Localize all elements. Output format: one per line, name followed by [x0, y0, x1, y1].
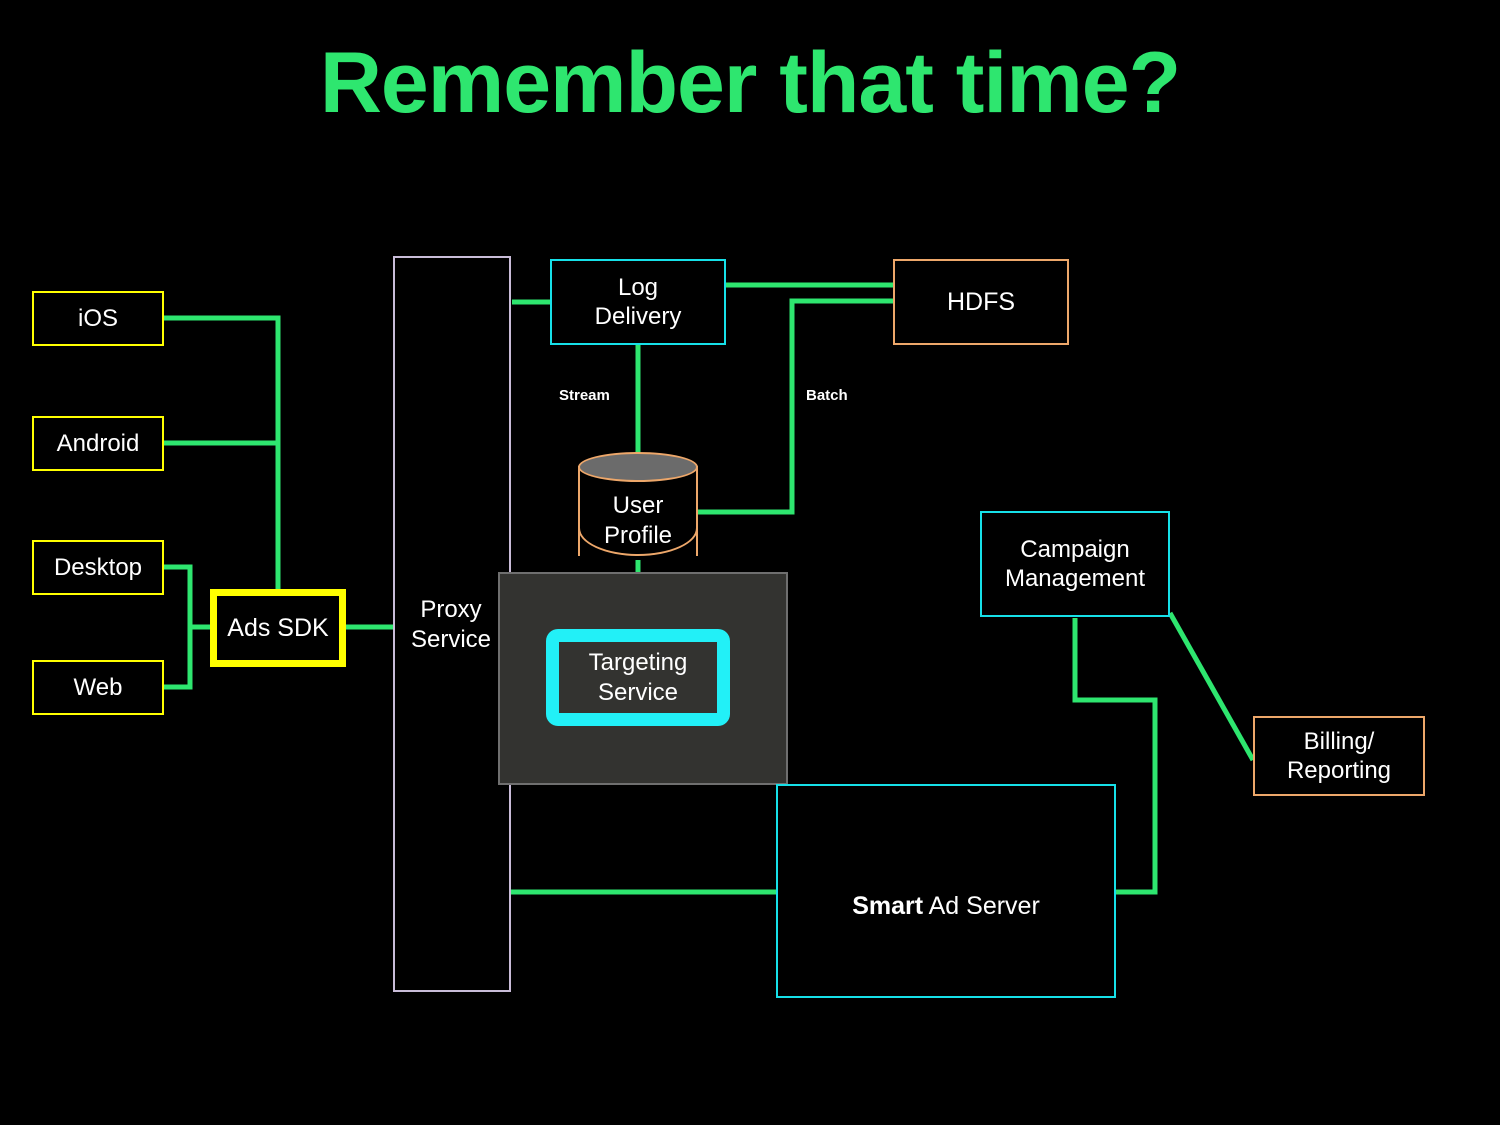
node-label-smart-ad-server-strong: Smart: [852, 892, 924, 920]
node-campaign-management[interactable]: Campaign Management: [980, 511, 1170, 617]
node-log-delivery[interactable]: Log Delivery: [550, 259, 726, 345]
wire-ios-adssdk: [164, 315, 281, 593]
client-box-web[interactable]: Web: [32, 660, 164, 715]
edge-label-batch: Batch: [806, 387, 848, 404]
node-label-hdfs: HDFS: [946, 287, 1016, 316]
node-label-billing-reporting: Billing/ Reporting: [1286, 727, 1392, 784]
node-targeting-service[interactable]: Targeting Service: [546, 629, 730, 726]
node-label-smart-ad-server-rest: Ad Server: [923, 892, 1040, 920]
client-label-desktop: Desktop: [53, 553, 143, 581]
node-label-ads-sdk: Ads SDK: [227, 613, 329, 642]
node-user-profile[interactable]: User Profile: [578, 452, 698, 570]
node-smart-ad-server[interactable]: Smart Ad Server: [776, 784, 1116, 998]
node-ads-sdk[interactable]: Ads SDK: [210, 589, 346, 667]
connection-lines: [164, 282, 1256, 895]
node-label-proxy-service: Proxy Service: [410, 596, 492, 653]
database-icon: [578, 452, 698, 482]
edge-label-stream: Stream: [559, 387, 610, 404]
client-box-ios[interactable]: iOS: [32, 291, 164, 346]
client-box-desktop[interactable]: Desktop: [32, 540, 164, 595]
wire-campaign-billing: [1167, 611, 1256, 762]
node-label-campaign-management: Campaign Management: [1004, 535, 1146, 592]
slide-canvas: Remember that time? iOS Android Desktop …: [0, 0, 1500, 1125]
wire-web-adssdk: [164, 627, 193, 690]
node-label-user-profile: User Profile: [603, 492, 673, 549]
wire-hdfs-userprofile-batch: [698, 298, 893, 515]
page-title: Remember that time?: [319, 35, 1181, 131]
node-label-targeting-service: Targeting Service: [588, 648, 688, 706]
client-label-android: Android: [56, 429, 140, 457]
node-label-smart-ad-server: Smart Ad Server: [852, 861, 1040, 922]
client-label-ios: iOS: [77, 304, 118, 332]
wire-desktop-adssdk: [164, 564, 212, 630]
node-billing-reporting[interactable]: Billing/ Reporting: [1253, 716, 1425, 796]
node-label-log-delivery: Log Delivery: [594, 273, 682, 330]
node-hdfs[interactable]: HDFS: [893, 259, 1069, 345]
client-box-android[interactable]: Android: [32, 416, 164, 471]
client-label-web: Web: [73, 673, 123, 701]
